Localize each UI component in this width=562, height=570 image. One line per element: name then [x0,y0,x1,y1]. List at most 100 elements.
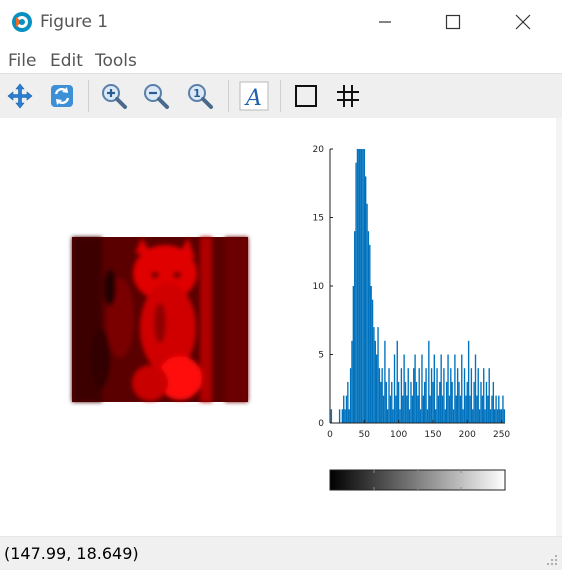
histogram-bar [470,368,473,423]
histogram-bar [469,395,471,423]
grid-icon [337,85,359,107]
maximize-button[interactable] [438,10,468,34]
histogram-bar [450,368,452,423]
histogram-bar [435,409,437,423]
pan-icon [7,83,33,109]
histogram-bar [495,395,497,423]
zoom-in-button[interactable] [98,80,130,112]
histogram-bar [351,340,353,423]
histogram-bar [402,395,404,423]
histogram-bar [410,381,412,423]
x-tick-label: 50 [359,430,371,440]
toolbar-separator [228,80,229,112]
menu-tools[interactable]: Tools [95,51,137,71]
zoom-in-icon [102,84,127,109]
axes-box-button[interactable] [290,80,322,112]
histogram-bar [461,354,463,423]
histogram-bar [388,368,390,423]
histogram-bar [466,381,468,423]
histogram-bar [338,409,341,423]
histogram-bar [373,327,375,423]
minimize-button[interactable] [370,10,400,34]
histogram-bar [422,395,425,423]
histogram-bar [454,354,456,423]
histogram-bar [362,149,364,423]
histogram-bar [499,409,501,423]
histogram-bar [384,340,386,423]
histogram-bar [399,409,401,423]
histogram-bar [425,368,427,423]
histogram-bar [413,368,415,423]
histogram-bar [476,395,478,423]
x-tick-label: 0 [327,430,333,440]
y-tick-label: 20 [313,145,325,155]
histogram-bar [421,354,423,423]
zoom-reset-button[interactable]: 1 [184,80,216,112]
maximize-icon [445,14,461,30]
histogram-bar [480,381,482,423]
histogram-bar [374,340,376,423]
histogram-bar [385,381,387,423]
text-insert-icon: A [239,81,269,111]
close-button[interactable] [508,10,538,34]
x-tick-label: 100 [390,430,407,440]
histogram-bar [403,354,405,423]
close-icon [515,14,531,30]
menu-edit[interactable]: Edit [50,51,83,71]
histogram-bar [391,381,393,423]
histogram-bar [404,381,407,423]
histogram-bar [400,368,403,423]
histogram-bar [496,409,499,423]
histogram-bar [433,354,435,423]
histogram-bar [429,395,431,423]
histogram-bar [411,395,414,423]
histogram-bar [428,340,430,423]
histogram-bar [392,409,394,423]
histogram-bar [344,409,346,423]
histogram-bar [487,395,489,423]
histogram-bar [426,409,429,423]
rotate-button[interactable] [46,80,78,112]
histogram-bar [365,176,367,423]
histogram-bar [341,409,344,423]
x-tick-label: 250 [493,430,510,440]
histogram-bar [484,409,486,423]
histogram-bar [489,409,492,423]
histogram-axes: 0 50 100 150 200 250 0 5 10 15 20 [313,145,511,440]
grid-button[interactable] [332,80,364,112]
histogram-bar [366,203,368,423]
histogram-bar [456,368,459,423]
histogram-bar [478,409,481,423]
histogram-bar [451,381,453,423]
histogram-bar [485,381,488,423]
histogram-bar [395,395,397,423]
histogram-bar [436,368,438,423]
histogram-bar [430,368,433,423]
histogram-bar [492,381,495,423]
text-insert-button[interactable]: A [238,80,270,112]
x-tick-label: 200 [459,430,476,440]
axes-box-icon [295,85,317,107]
pan-button[interactable] [4,80,36,112]
histogram-bar [417,395,419,423]
histogram-bar [349,368,352,423]
histogram-bar [363,149,365,423]
resize-grip-icon[interactable] [546,554,558,566]
figure-canvas[interactable]: 0 50 100 150 200 250 0 5 10 15 20 [0,118,556,536]
histogram-bar [377,327,379,423]
histogram-bar [477,368,479,423]
zoom-out-button[interactable] [140,80,172,112]
histogram-bar [345,395,348,423]
menu-file[interactable]: File [8,51,36,71]
histogram-bar [419,409,422,423]
histogram-bar [378,368,381,423]
histogram-bar [494,409,496,423]
cursor-coordinates: (147.99, 18.649) [4,544,139,563]
histogram-bar [474,354,477,423]
histogram-bar [439,381,441,423]
histogram-bar [437,395,440,423]
histogram-bar [481,395,484,423]
histogram-bar [359,149,361,423]
histogram-bar [358,149,360,423]
histogram-bar [389,395,392,423]
